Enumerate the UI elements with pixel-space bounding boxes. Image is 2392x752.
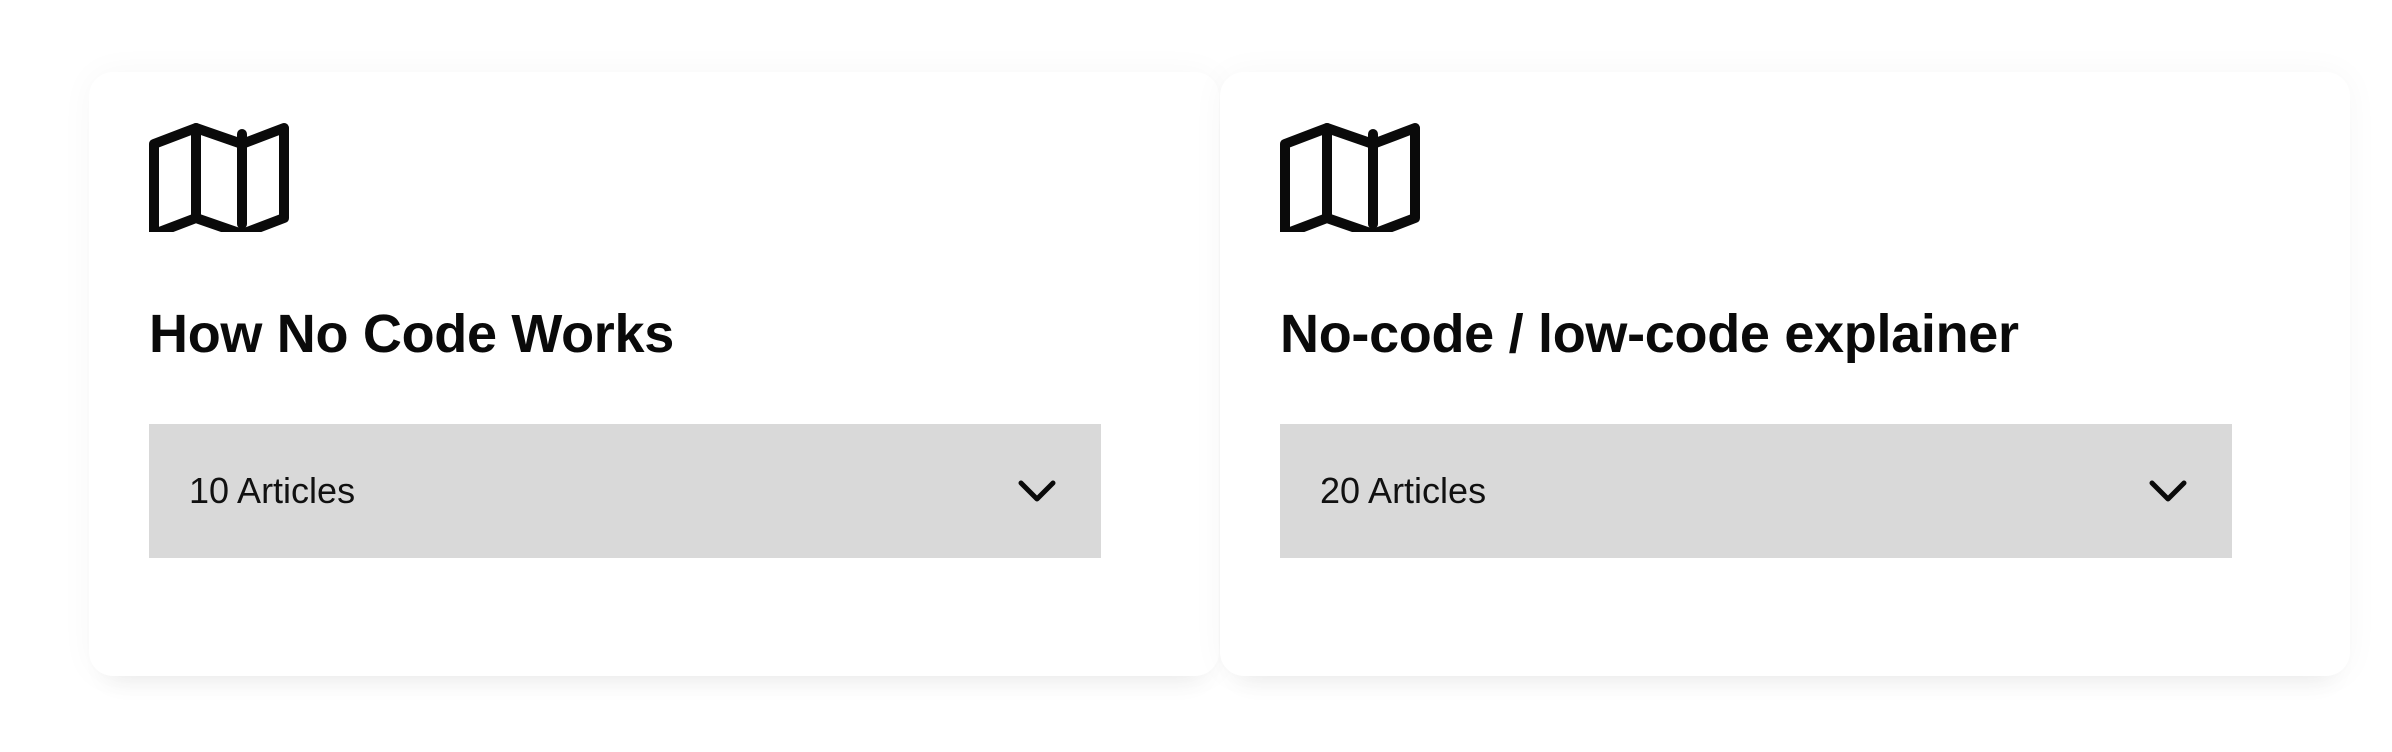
articles-dropdown[interactable]: 20 Articles — [1280, 424, 2232, 558]
map-icon — [1280, 122, 1420, 232]
map-icon — [149, 122, 289, 232]
collection-card-how-no-code-works: How No Code Works 10 Articles — [89, 72, 1219, 676]
collection-card-no-code-low-code-explainer: No-code / low-code explainer 20 Articles — [1220, 72, 2350, 676]
card-title: No-code / low-code explainer — [1280, 304, 2019, 364]
card-title: How No Code Works — [149, 304, 674, 364]
articles-count: 10 Articles — [189, 470, 356, 511]
articles-count: 20 Articles — [1320, 470, 1487, 511]
chevron-down-icon[interactable] — [1017, 477, 1057, 505]
articles-dropdown[interactable]: 10 Articles — [149, 424, 1101, 558]
chevron-down-icon[interactable] — [2148, 477, 2188, 505]
